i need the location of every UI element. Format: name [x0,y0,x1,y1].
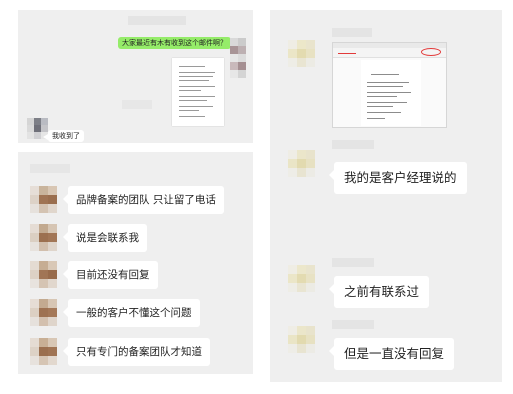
incoming-message-bubble[interactable]: 但是一直没有回复 [328,338,455,370]
contact-avatar-blurred[interactable] [30,299,57,326]
sender-name-blurred [332,320,374,329]
incoming-message-bubble[interactable]: 一般的客户不懂这个问题 [63,299,200,327]
incoming-message-bubble[interactable]: 只有专门的备案团队才知道 [63,338,210,366]
annotation-circle [421,48,441,56]
contact-avatar-blurred[interactable] [30,338,57,365]
highlight-underline [338,53,356,54]
contact-avatar-blurred[interactable] [288,40,315,67]
sender-name-blurred [332,258,374,267]
sender-name-blurred [30,164,70,173]
incoming-message-bubble[interactable]: 说是会联系我 [63,224,147,252]
contact-avatar-blurred[interactable] [30,261,57,288]
incoming-reply-bubble[interactable]: 我收到了 [43,130,84,142]
contact-avatar-blurred[interactable] [288,265,315,292]
sender-name-blurred [128,16,186,25]
outgoing-message-bubble[interactable]: 大家最近有木有收到这个邮件啊？ [118,37,236,49]
incoming-message-bubble[interactable]: 之前有联系过 [328,276,430,308]
email-attachment-image[interactable] [172,58,224,126]
contact-avatar-blurred[interactable] [288,150,315,177]
incoming-message-bubble[interactable]: 品牌备案的团队 只让留了电话 [63,186,224,214]
annotated-email-screenshot[interactable] [332,42,447,128]
incoming-message-bubble[interactable]: 我的是客户经理说的 [329,162,467,194]
sender-name-blurred [122,100,152,109]
sender-name-blurred [332,140,374,149]
contact-avatar-blurred[interactable] [288,326,315,353]
sender-name-blurred [332,28,372,37]
email-body-preview [361,60,421,126]
contact-avatar-blurred[interactable] [30,224,57,251]
contact-avatar-blurred[interactable] [30,186,57,213]
incoming-message-bubble[interactable]: 目前还没有回复 [63,261,158,289]
sender-avatar-blurred[interactable] [230,38,246,78]
